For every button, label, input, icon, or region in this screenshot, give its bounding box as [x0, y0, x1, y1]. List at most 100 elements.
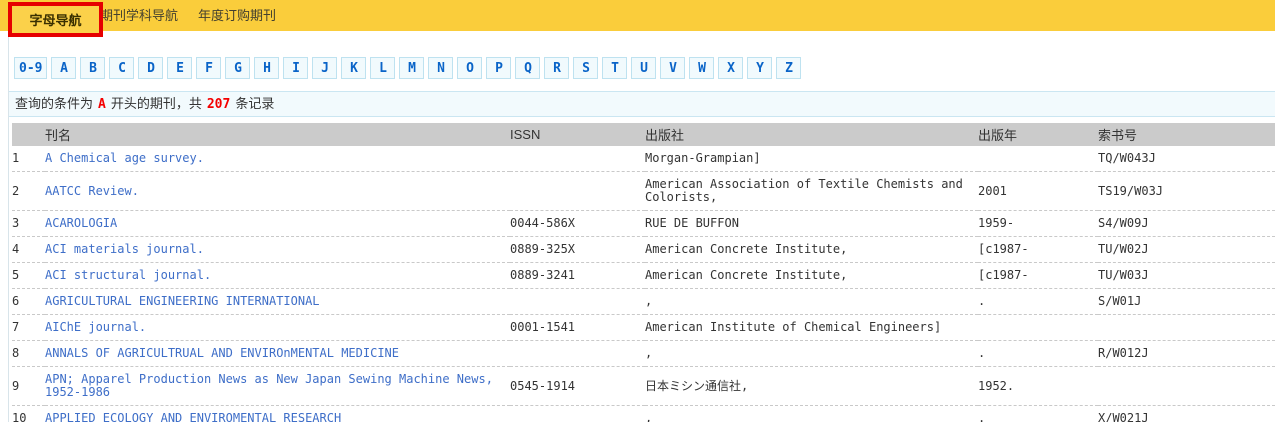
call-number-value: TQ/W043J	[1098, 146, 1275, 172]
table-header-row: 刊名 ISSN 出版社 出版年 索书号	[12, 123, 1275, 146]
row-number: 7	[12, 314, 45, 341]
issn-value	[510, 171, 645, 211]
issn-value: 0001-1541	[510, 314, 645, 341]
year-value: 2001	[978, 171, 1098, 211]
page-left-border	[8, 31, 9, 422]
journal-title-cell: AGRICULTURAL ENGINEERING INTERNATIONAL	[45, 288, 510, 315]
issn-value: 0889-3241	[510, 262, 645, 289]
journal-title-cell: ACI materials journal.	[45, 236, 510, 263]
call-number-value: R/W012J	[1098, 340, 1275, 367]
issn-value	[510, 405, 645, 422]
top-nav-bar: 字母导航 期刊学科导航 年度订购期刊	[0, 0, 1275, 37]
alpha-button-P[interactable]: P	[486, 57, 512, 79]
issn-value	[510, 288, 645, 315]
table-row: 9 APN; Apparel Production News as New Jap…	[12, 366, 1275, 406]
alpha-button-H[interactable]: H	[254, 57, 280, 79]
alpha-button-D[interactable]: D	[138, 57, 164, 79]
col-header-callno: 索书号	[1098, 128, 1138, 143]
journal-title-link[interactable]: ACAROLOGIA	[45, 216, 117, 230]
journal-title-cell: APN; Apparel Production News as New Japa…	[45, 366, 510, 406]
alpha-button-I[interactable]: I	[283, 57, 309, 79]
row-number: 4	[12, 236, 45, 263]
year-value: .	[978, 288, 1098, 315]
alpha-button-G[interactable]: G	[225, 57, 251, 79]
issn-value	[510, 146, 645, 172]
issn-value: 0545-1914	[510, 366, 645, 406]
alpha-button-O[interactable]: O	[457, 57, 483, 79]
row-number: 5	[12, 262, 45, 289]
table-row: 6 AGRICULTURAL ENGINEERING INTERNATIONAL,…	[12, 288, 1275, 315]
col-header-index	[12, 123, 45, 146]
journal-title-cell: APPLIED ECOLOGY AND ENVIROMENTAL RESEARC…	[45, 405, 510, 422]
table-row: 5 ACI structural journal. 0889-3241 America…	[12, 262, 1275, 289]
table-row: 3 ACAROLOGIA 0044-586X RUE DE BUFFON 1959- S4…	[12, 210, 1275, 237]
year-value: 1959-	[978, 210, 1098, 237]
publisher-value: American Concrete Institute,	[645, 262, 978, 289]
journal-title-link[interactable]: APN; Apparel Production News as New Japa…	[45, 372, 493, 399]
row-number: 9	[12, 366, 45, 406]
alpha-button-M[interactable]: M	[399, 57, 425, 79]
tab-annual-subscription[interactable]: 年度订购期刊	[198, 0, 276, 31]
journal-table: 刊名 ISSN 出版社 出版年 索书号 1A Chemical age surv…	[12, 123, 1275, 422]
alpha-button-F[interactable]: F	[196, 57, 222, 79]
call-number-value: TS19/W03J	[1098, 171, 1275, 211]
publisher-value: ,	[645, 288, 978, 315]
alpha-button-W[interactable]: W	[689, 57, 715, 79]
col-header-title: 刊名	[45, 128, 72, 143]
alpha-button-K[interactable]: K	[341, 57, 367, 79]
issn-value	[510, 340, 645, 367]
table-row: 1A Chemical age survey. Morgan-Grampian] T…	[12, 146, 1275, 172]
journal-title-link[interactable]: APPLIED ECOLOGY AND ENVIROMENTAL RESEARC…	[45, 411, 341, 422]
alpha-button-R[interactable]: R	[544, 57, 570, 79]
year-value	[978, 146, 1098, 172]
alpha-button-X[interactable]: X	[718, 57, 744, 79]
alpha-button-U[interactable]: U	[631, 57, 657, 79]
journal-title-link[interactable]: ANNALS OF AGRICULTRUAL AND ENVIROnMENTAL…	[45, 346, 399, 360]
query-summary: 查询的条件为 A 开头的期刊，共 207 条记录	[8, 91, 1275, 117]
alpha-button-B[interactable]: B	[80, 57, 106, 79]
row-number: 3	[12, 210, 45, 237]
tab-subject-nav[interactable]: 期刊学科导航	[100, 0, 178, 31]
alpha-button-N[interactable]: N	[428, 57, 454, 79]
call-number-value: TU/W02J	[1098, 236, 1275, 263]
year-value: [c1987-	[978, 236, 1098, 263]
alpha-button-Y[interactable]: Y	[747, 57, 773, 79]
publisher-value: Morgan-Grampian]	[645, 146, 978, 172]
alpha-button-Q[interactable]: Q	[515, 57, 541, 79]
alpha-button-0-9[interactable]: 0-9	[14, 57, 48, 79]
query-middle: 开头的期刊，共	[110, 96, 202, 111]
journal-title-cell: AATCC Review.	[45, 171, 510, 211]
col-header-publisher: 出版社	[645, 128, 685, 143]
journal-title-link[interactable]: ACI materials journal.	[45, 242, 204, 256]
call-number-value: S4/W09J	[1098, 210, 1275, 237]
tab-alphabet-nav[interactable]: 字母导航	[8, 2, 103, 37]
issn-value: 0044-586X	[510, 210, 645, 237]
alphabet-nav: 0-9 A B C D E F G H I J K L M N O P Q R S T U V W X Y Z	[14, 57, 1275, 79]
publisher-value: American Concrete Institute,	[645, 236, 978, 263]
alpha-button-C[interactable]: C	[109, 57, 135, 79]
journal-title-link[interactable]: A Chemical age survey.	[45, 151, 204, 165]
journal-title-link[interactable]: AIChE journal.	[45, 320, 146, 334]
alpha-button-J[interactable]: J	[312, 57, 338, 79]
col-header-issn: ISSN	[510, 127, 541, 142]
tab-alphabet-nav-label: 字母导航	[29, 13, 82, 28]
journal-title-link[interactable]: AATCC Review.	[45, 184, 139, 198]
call-number-value: X/W021J	[1098, 405, 1275, 422]
table-row: 8 ANNALS OF AGRICULTRUAL AND ENVIROnMENTA…	[12, 340, 1275, 367]
publisher-value: ,	[645, 405, 978, 422]
year-value: [c1987-	[978, 262, 1098, 289]
alpha-button-A[interactable]: A	[51, 57, 77, 79]
alpha-button-V[interactable]: V	[660, 57, 686, 79]
alpha-button-E[interactable]: E	[167, 57, 193, 79]
journal-title-link[interactable]: ACI structural journal.	[45, 268, 211, 282]
col-header-year: 出版年	[978, 128, 1018, 143]
row-number: 1	[12, 146, 45, 172]
journal-title-link[interactable]: AGRICULTURAL ENGINEERING INTERNATIONAL	[45, 294, 320, 308]
alpha-button-T[interactable]: T	[602, 57, 628, 79]
alpha-button-L[interactable]: L	[370, 57, 396, 79]
alpha-button-S[interactable]: S	[573, 57, 599, 79]
call-number-value	[1098, 314, 1275, 341]
alpha-button-Z[interactable]: Z	[776, 57, 802, 79]
issn-value: 0889-325X	[510, 236, 645, 263]
call-number-value	[1098, 366, 1275, 406]
